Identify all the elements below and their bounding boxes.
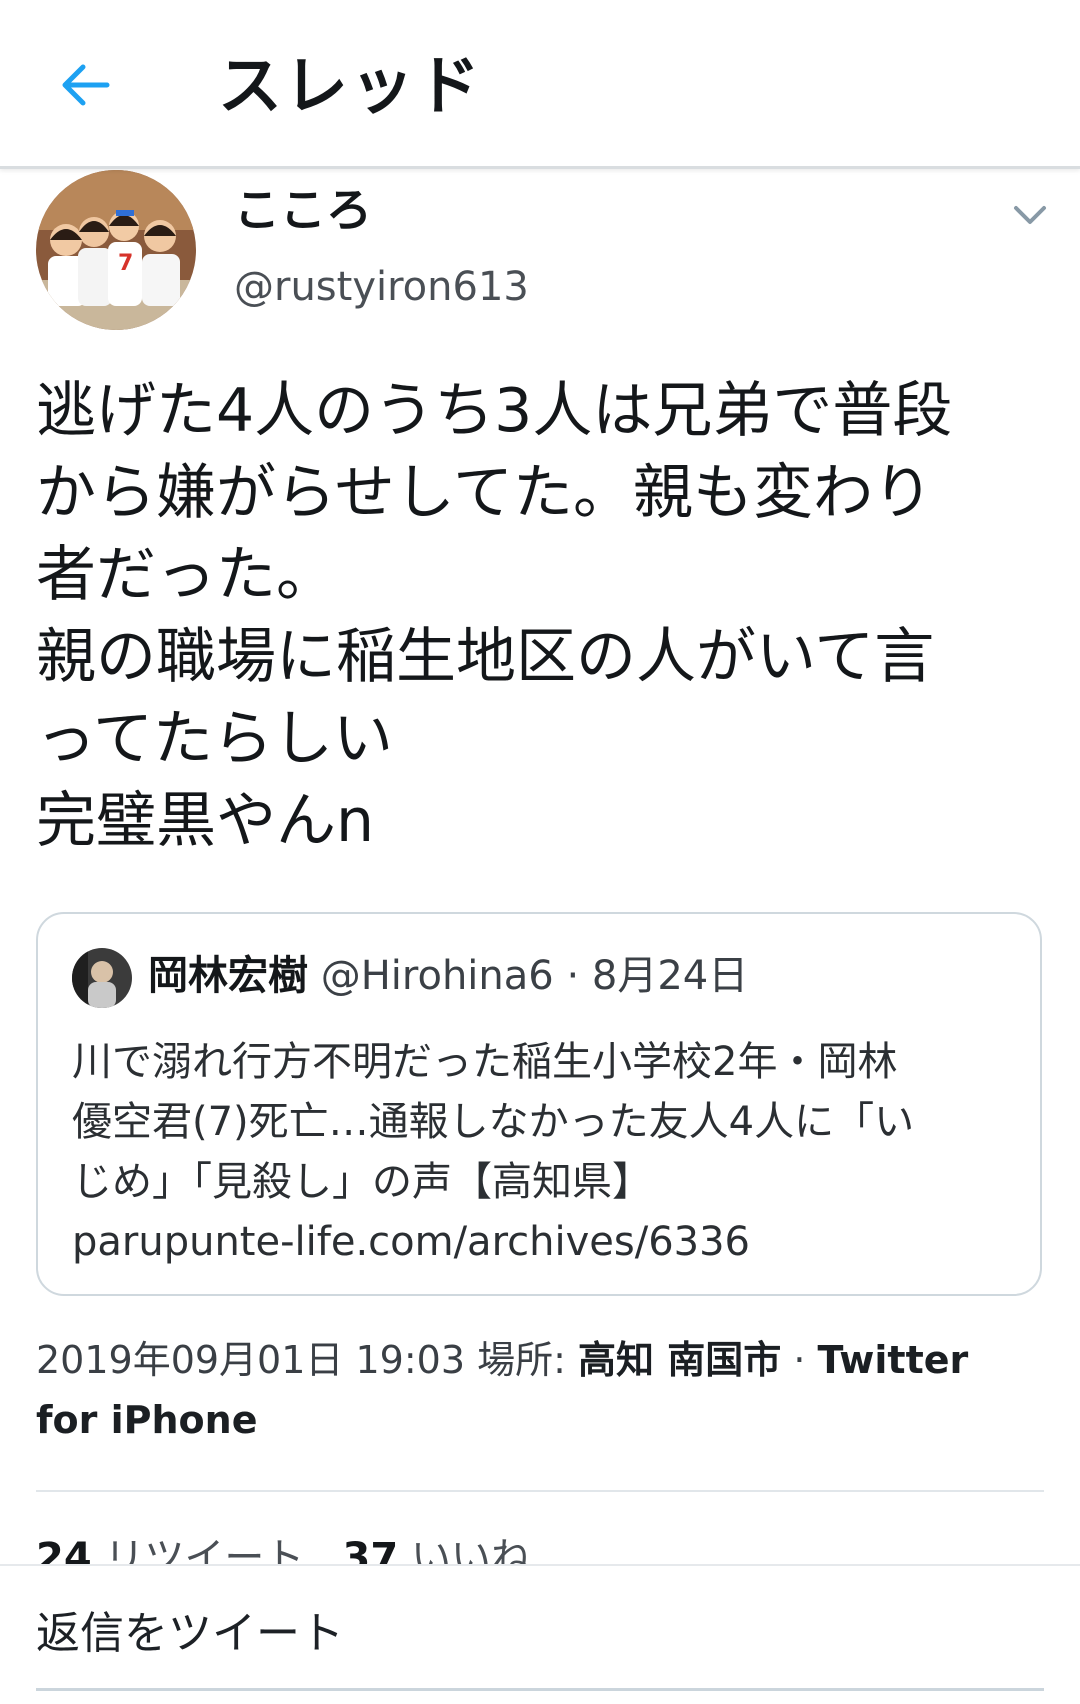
- chevron-down-icon: [1014, 206, 1046, 224]
- source-link-continued[interactable]: for iPhone: [36, 1398, 257, 1442]
- quoted-text-line: 優空君(7)死亡…通報しなかった友人4人に「い: [72, 1099, 915, 1145]
- tweet-text-line: 逃げた4人のうち3人は兄弟で普段: [36, 376, 953, 446]
- quoted-date: · 8月24日: [566, 953, 749, 999]
- tweet-text-line: から嫌がらせしてた。親も変わり: [36, 458, 933, 528]
- tweet-text-line: 親の職場に稲生地区の人がいて言: [36, 622, 935, 692]
- svg-text:7: 7: [118, 251, 133, 276]
- quoted-tweet-card[interactable]: 岡林宏樹 @Hirohina6 · 8月24日 川で溺れ行方不明だった稲生小学校…: [36, 912, 1042, 1296]
- reply-input[interactable]: 返信をツイート: [36, 1604, 1044, 1674]
- thread-page: スレッド 7 こころ @rustyiron613 逃げた4人のうち3人は兄弟で普…: [0, 0, 1080, 1704]
- reply-input-underline: [36, 1688, 1044, 1691]
- meta-separator: ·: [793, 1338, 806, 1382]
- tweet-text-line: 者だった。: [36, 540, 336, 610]
- avatar-photo: 7: [36, 170, 196, 330]
- quoted-username: @Hirohina6: [320, 953, 554, 999]
- quoted-avatar-photo: [72, 948, 132, 1008]
- quoted-text: 川で溺れ行方不明だった稲生小学校2年・岡林 優空君(7)死亡…通報しなかった友人…: [72, 1032, 1012, 1272]
- quoted-avatar: [72, 948, 132, 1008]
- tweet-text: 逃げた4人のうち3人は兄弟で普段 から嫌がらせしてた。親も変わり 者だった。 親…: [36, 370, 1046, 862]
- page-title: スレッド: [218, 50, 482, 124]
- quoted-text-line: じめ」「見殺し」の声【高知県】: [72, 1159, 652, 1205]
- location-label: 場所:: [477, 1338, 566, 1382]
- timestamp: 2019年09月01日 19:03: [36, 1338, 466, 1382]
- back-button[interactable]: [50, 50, 120, 120]
- quoted-header: 岡林宏樹 @Hirohina6 · 8月24日: [148, 944, 748, 1008]
- top-app-bar: スレッド: [0, 0, 1080, 169]
- reply-bar: 返信をツイート: [0, 1564, 1080, 1704]
- tweet-meta: 2019年09月01日 19:03 場所: 高知 南国市 · Twitter f…: [36, 1330, 1046, 1450]
- tweet-text-line: ってたらしい: [36, 704, 393, 774]
- tweet-menu-button[interactable]: [1010, 198, 1050, 230]
- avatar[interactable]: 7: [36, 170, 196, 330]
- source-link[interactable]: Twitter: [818, 1338, 969, 1382]
- quoted-link[interactable]: parupunte-life.com/archives/6336: [72, 1212, 1012, 1272]
- arrow-left-icon: [62, 64, 110, 106]
- author-display-name[interactable]: こころ: [234, 180, 372, 240]
- quoted-text-line: 川で溺れ行方不明だった稲生小学校2年・岡林: [72, 1039, 898, 1085]
- tweet-text-line: 完璧黒やんn: [36, 786, 375, 856]
- author-username[interactable]: @rustyiron613: [234, 260, 529, 314]
- divider: [36, 1490, 1044, 1492]
- quoted-display-name: 岡林宏樹: [148, 953, 308, 999]
- location-link[interactable]: 高知 南国市: [578, 1338, 781, 1382]
